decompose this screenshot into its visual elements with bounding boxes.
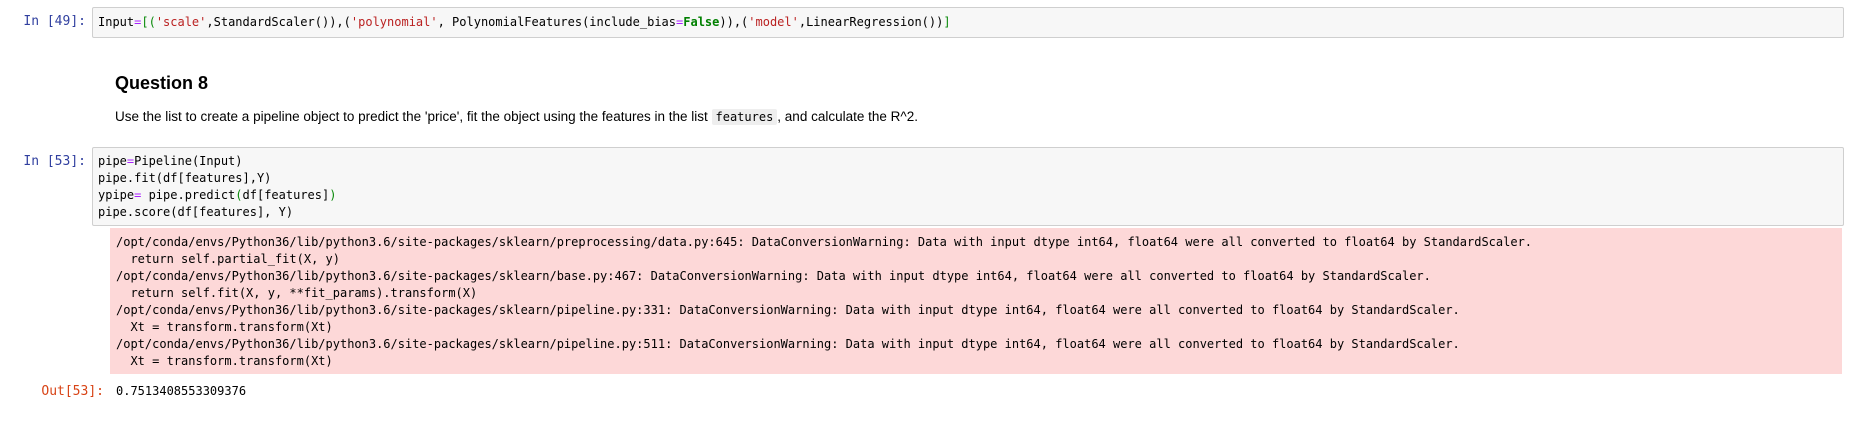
cell-53-output-value: 0.7513408553309376 [116, 384, 247, 398]
stderr-line: /opt/conda/envs/Python36/lib/python3.6/s… [116, 269, 1431, 283]
question-text: Use the list to create a pipeline object… [115, 109, 918, 125]
stderr-line: /opt/conda/envs/Python36/lib/python3.6/s… [116, 337, 1460, 351]
cell-49-in-prompt: In [49]: [23, 14, 86, 29]
cell-53-in-prompt: In [53]: [23, 154, 86, 169]
code-line: pipe.fit(df[features],Y) [98, 171, 272, 185]
stderr-output: /opt/conda/envs/Python36/lib/python3.6/s… [110, 228, 1842, 374]
code-line: Input=[('scale',StandardScaler()),('poly… [98, 15, 951, 29]
cell-53-out-prompt: Out[53]: [41, 384, 104, 399]
inline-code: features [711, 109, 778, 125]
code-line: ypipe= pipe.predict(df[features]) [98, 188, 337, 202]
stderr-line: Xt = transform.transform(Xt) [116, 320, 333, 334]
code-line: pipe.score(df[features], Y) [98, 205, 294, 219]
question-heading: Question 8 [115, 73, 209, 93]
cell-49-code-editor[interactable]: Input=[('scale',StandardScaler()),('poly… [92, 7, 1844, 38]
stderr-line: return self.partial_fit(X, y) [116, 252, 340, 266]
stderr-line: /opt/conda/envs/Python36/lib/python3.6/s… [116, 303, 1460, 317]
markdown-cell[interactable]: Question 8 Use the list to create a pipe… [115, 72, 1830, 127]
stderr-line: Xt = transform.transform(Xt) [116, 354, 333, 368]
stderr-line: return self.fit(X, y, **fit_params).tran… [116, 286, 478, 300]
cell-53-code-editor[interactable]: pipe=Pipeline(Input) pipe.fit(df[feature… [92, 147, 1844, 226]
code-line: pipe=Pipeline(Input) [98, 154, 243, 168]
stderr-line: /opt/conda/envs/Python36/lib/python3.6/s… [116, 235, 1533, 249]
